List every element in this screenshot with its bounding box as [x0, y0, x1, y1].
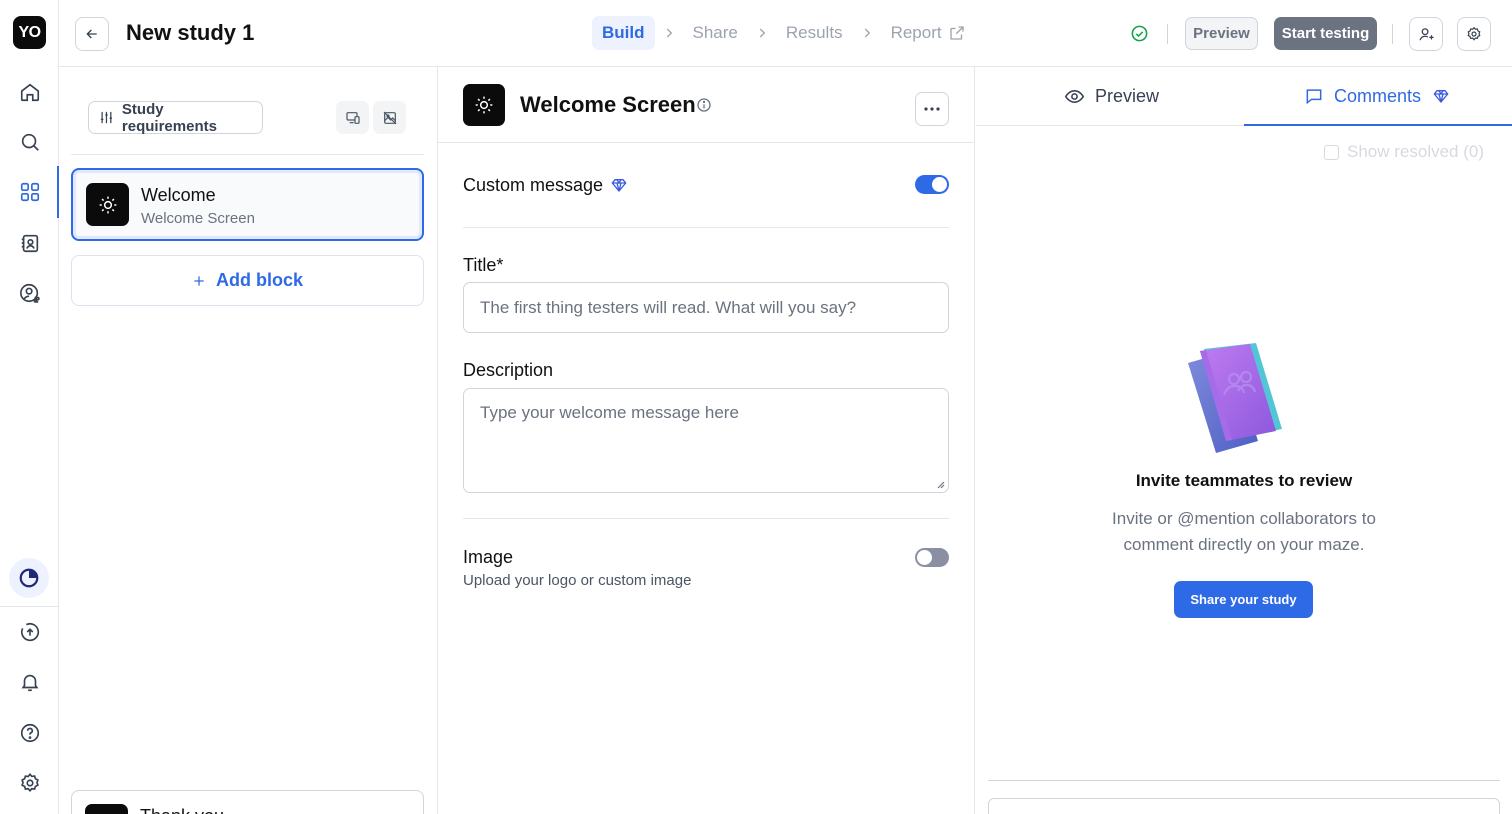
panel-divider [71, 154, 424, 155]
comments-divider [988, 780, 1500, 781]
user-plus-icon [1419, 27, 1434, 40]
plus-icon [194, 275, 204, 286]
tab-preview-label: Preview [1095, 85, 1160, 106]
usage-icon[interactable] [9, 558, 49, 598]
tab-comments-label: Comments [1334, 85, 1422, 106]
comment-icon [1306, 89, 1322, 105]
tab-comments[interactable]: Comments [1304, 67, 1449, 125]
description-field-label: Description [463, 360, 554, 380]
section-divider [463, 518, 949, 519]
block-welcome[interactable]: Welcome Welcome Screen [71, 168, 424, 241]
step-navigation: Build Share Results Report [592, 16, 976, 50]
more-options-button[interactable] [915, 92, 949, 126]
chevron-right-icon [853, 26, 881, 40]
external-link-icon [949, 26, 964, 40]
add-block-label: Add block [215, 270, 303, 290]
block-thank-you[interactable]: Thank you [71, 790, 424, 814]
sun-icon [86, 183, 129, 226]
sun-icon [463, 84, 505, 126]
hide-images-button[interactable] [373, 101, 406, 134]
start-testing-button[interactable]: Start testing [1274, 17, 1377, 50]
title-input[interactable]: The first thing testers will read. What … [463, 282, 949, 333]
help-icon[interactable] [17, 720, 43, 746]
device-preview-button[interactable] [336, 101, 369, 134]
top-header: New study 1 Build Share Results Report P… [59, 0, 1512, 67]
diamond-icon [1433, 90, 1449, 104]
study-settings-button[interactable] [1457, 17, 1491, 51]
tab-preview[interactable]: Preview [1064, 67, 1159, 125]
header-divider [1392, 24, 1393, 44]
image-off-icon [383, 111, 396, 124]
step-results[interactable]: Results [776, 16, 853, 50]
title-field-label: Title* [463, 255, 504, 275]
rail-divider [0, 606, 58, 607]
saved-check-icon [1130, 24, 1149, 43]
comment-input[interactable] [988, 798, 1500, 814]
chevron-right-icon [655, 26, 683, 40]
contacts-icon[interactable] [17, 230, 43, 256]
block-title: Thank you [140, 806, 224, 814]
editor-header: Welcome Screen [438, 67, 975, 143]
invite-description: Invite or @mention collaborators to comm… [1112, 509, 1376, 554]
image-label: Image [463, 547, 514, 567]
settings-gear-icon[interactable] [17, 770, 43, 796]
upgrade-icon[interactable] [17, 619, 43, 645]
devices-icon [345, 111, 360, 124]
block-title: Welcome [141, 185, 216, 205]
section-divider [463, 227, 949, 228]
step-report-label: Report [890, 23, 942, 42]
gear-icon [1467, 26, 1481, 41]
ellipsis-icon [924, 107, 940, 111]
study-requirements-button[interactable]: Study requirements [88, 100, 263, 135]
notebook-illustration [1184, 341, 1304, 453]
home-icon[interactable] [17, 79, 43, 105]
header-divider [1167, 24, 1168, 44]
back-button[interactable] [75, 17, 109, 51]
add-block-button[interactable]: Add block [71, 255, 424, 306]
workspace-logo[interactable]: YO [13, 16, 46, 49]
description-placeholder: Type your welcome message here [480, 403, 739, 422]
description-textarea[interactable]: Type your welcome message here [463, 388, 949, 493]
preview-button[interactable]: Preview [1185, 17, 1258, 50]
info-icon[interactable] [696, 97, 712, 113]
search-icon[interactable] [17, 129, 43, 155]
notification-bell-icon[interactable] [17, 669, 43, 695]
arrow-left-icon [86, 29, 97, 39]
blocks-panel: Study requirements Welcome Welcome Scree… [59, 67, 438, 814]
show-resolved-label: Show resolved (0) [1347, 142, 1485, 161]
editor-title: Welcome Screen [520, 92, 696, 117]
study-requirements-label: Study requirements [121, 100, 217, 135]
invite-user-button[interactable] [1409, 17, 1443, 51]
share-study-button[interactable]: Share your study [1174, 581, 1313, 618]
step-share[interactable]: Share [683, 16, 748, 50]
image-toggle[interactable] [915, 548, 949, 567]
thank-you-block-icon [85, 804, 128, 814]
active-tab-indicator [1244, 124, 1512, 126]
panel-icon[interactable] [17, 280, 43, 306]
block-editor: Welcome Screen Custom message Title* The… [438, 67, 975, 814]
custom-message-label: Custom message [463, 175, 604, 195]
diamond-icon [611, 177, 627, 193]
checkbox-box [1324, 144, 1339, 160]
show-resolved-checkbox[interactable]: Show resolved (0) [1324, 142, 1484, 162]
study-title[interactable]: New study 1 [126, 20, 254, 46]
image-sublabel: Upload your logo or custom image [463, 572, 692, 589]
resize-handle-icon[interactable] [935, 479, 945, 489]
custom-message-toggle[interactable] [915, 175, 949, 194]
right-panel: Preview Comments Show resolved (0) Invit… [976, 67, 1512, 814]
invite-title: Invite teammates to review [1135, 471, 1353, 490]
studies-grid-icon[interactable] [17, 179, 43, 205]
step-build[interactable]: Build [592, 16, 655, 50]
eye-icon [1064, 89, 1085, 103]
sliders-icon [100, 111, 113, 124]
left-rail: YO [0, 0, 59, 814]
chevron-right-icon [748, 26, 776, 40]
step-report[interactable]: Report [881, 16, 976, 50]
block-subtitle: Welcome Screen [141, 210, 255, 227]
